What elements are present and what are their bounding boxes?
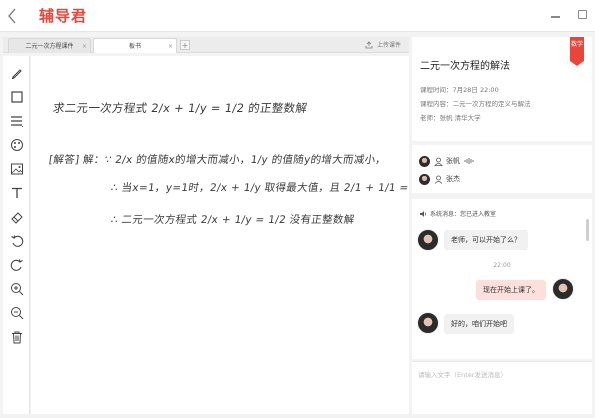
rectangle-tool[interactable] xyxy=(10,90,24,104)
tab-label: 二元一次方程课件 xyxy=(25,43,74,50)
participants-panel: 张帆 张杰 xyxy=(412,145,592,193)
eraser-tool[interactable] xyxy=(10,210,24,224)
course-content: 课程内容：二元一次方程的定义与解法 xyxy=(420,100,531,108)
line-width-tool[interactable] xyxy=(10,114,24,128)
tab-close-icon[interactable]: × xyxy=(82,39,87,54)
add-tab-button[interactable]: + xyxy=(180,40,190,50)
course-info-panel: 数学 二元一次方程的解法 课程时间：7月28日 22:00 课程内容：二元一次方… xyxy=(412,37,592,141)
tab-blackboard[interactable]: 板书 × xyxy=(93,38,177,53)
undo-tool[interactable] xyxy=(10,234,24,248)
course-teacher: 老师：张帆 清华大学 xyxy=(420,114,481,122)
upload-courseware-button[interactable]: 上传课件 xyxy=(365,38,401,53)
maximize-button[interactable] xyxy=(578,10,587,19)
chat-message: 好的，咱们开始吧 xyxy=(444,314,514,334)
chat-message: 现在开始上课了。 xyxy=(476,280,546,300)
text-tool[interactable] xyxy=(10,186,24,200)
zoom-in-icon xyxy=(11,283,24,296)
image-icon xyxy=(11,163,23,175)
course-time: 课程时间：7月28日 22:00 xyxy=(420,86,499,94)
teacher-avatar xyxy=(552,278,574,300)
subject-badge: 数学 xyxy=(570,37,584,66)
undo-icon xyxy=(11,235,24,247)
chevron-left-icon xyxy=(8,8,16,24)
tab-close-icon[interactable]: × xyxy=(168,39,173,54)
teacher-icon xyxy=(434,157,443,166)
participant-student[interactable]: 张杰 xyxy=(419,172,460,186)
line-width-icon xyxy=(11,116,24,128)
participant-name: 张杰 xyxy=(446,175,460,183)
image-tool[interactable] xyxy=(10,162,24,176)
handwritten-solution-3: ∴ 二元一次方程式 2/x + 1/y = 1/2 没有正整数解 xyxy=(110,214,356,226)
text-icon xyxy=(12,187,22,198)
handwritten-solution-2: ∴ 当x=1，y=1时，2/x + 1/y 取得最大值，且 2/1 + 1/1 … xyxy=(110,182,431,194)
system-message-text: 系统消息：您已进入教室 xyxy=(430,211,497,218)
app-logo: 辅导君 xyxy=(39,7,88,25)
student-avatar xyxy=(417,229,439,251)
chat-scrollbar[interactable] xyxy=(586,219,589,241)
handwritten-problem: 求二元一次方程式 2/x + 1/y = 1/2 的正整数解 xyxy=(52,101,309,115)
palette-icon xyxy=(11,139,23,151)
back-button[interactable] xyxy=(4,5,22,27)
zoom-out-icon xyxy=(11,307,24,320)
zoom-out-tool[interactable] xyxy=(10,306,24,320)
eraser-icon xyxy=(11,212,23,224)
student-avatar xyxy=(417,312,439,334)
drawing-toolbar xyxy=(3,56,30,414)
tab-label: 板书 xyxy=(128,43,141,50)
upload-icon xyxy=(365,41,373,49)
speaker-icon xyxy=(420,210,427,217)
chat-panel: 系统消息：您已进入教室 老师，可以开始了么？ 22:00 现在开始上课了。 好的… xyxy=(412,199,592,359)
system-message: 系统消息：您已进入教室 xyxy=(419,209,496,218)
chat-time-divider: 22:00 xyxy=(493,262,511,269)
pen-tool[interactable] xyxy=(10,66,24,80)
participant-name: 张帆 xyxy=(446,157,460,165)
redo-tool[interactable] xyxy=(10,258,24,272)
delete-tool[interactable] xyxy=(10,330,24,344)
chat-input-area xyxy=(412,361,592,414)
tab-bar: 二元一次方程课件 × 板书 × + 上传课件 xyxy=(3,37,409,53)
chat-input[interactable] xyxy=(418,368,586,382)
audio-wave-icon xyxy=(464,158,474,164)
zoom-in-tool[interactable] xyxy=(10,282,24,296)
course-title: 二元一次方程的解法 xyxy=(420,61,510,72)
upload-label: 上传课件 xyxy=(376,42,401,49)
tab-courseware[interactable]: 二元一次方程课件 × xyxy=(8,38,91,53)
minimize-button[interactable] xyxy=(551,16,560,18)
whiteboard-canvas[interactable]: 求二元一次方程式 2/x + 1/y = 1/2 的正整数解 [解答] 解：∵ … xyxy=(31,56,431,414)
rectangle-icon xyxy=(11,91,23,103)
avatar xyxy=(419,173,430,185)
trash-icon xyxy=(12,331,22,344)
student-icon xyxy=(434,175,443,184)
color-tool[interactable] xyxy=(10,138,24,152)
participant-teacher[interactable]: 张帆 xyxy=(419,154,474,168)
handwritten-solution-1: [解答] 解：∵ 2/x 的值随x的增大而减小，1/y 的值随y的增大而减小， xyxy=(48,154,387,166)
pen-icon xyxy=(11,69,22,80)
redo-icon xyxy=(10,259,23,271)
avatar xyxy=(419,155,430,167)
title-bar: 辅导君 xyxy=(0,0,595,32)
chat-message: 老师，可以开始了么？ xyxy=(444,230,528,250)
